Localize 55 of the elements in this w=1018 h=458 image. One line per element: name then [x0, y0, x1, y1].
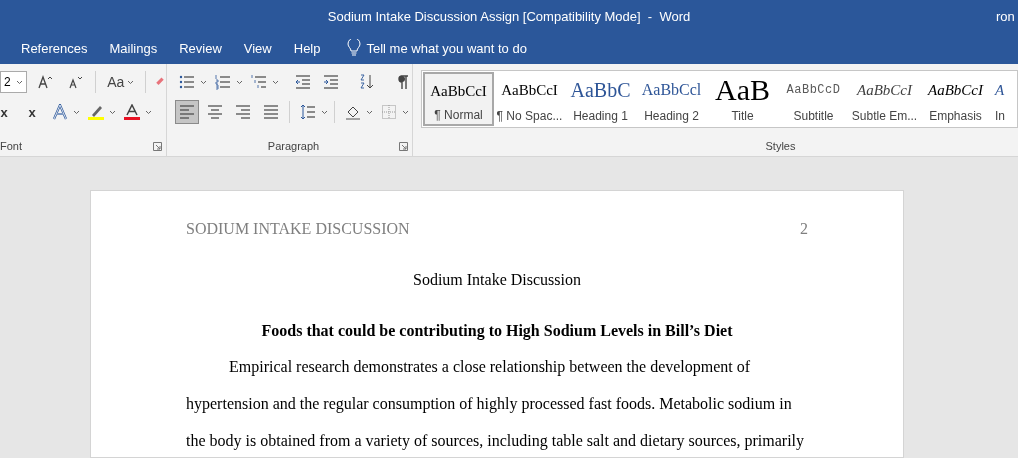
shrink-font-icon	[67, 74, 84, 90]
caret-icon[interactable]	[200, 79, 207, 85]
justify-icon	[263, 104, 279, 120]
caret-icon[interactable]	[321, 109, 328, 115]
grow-font-icon	[37, 74, 54, 90]
group-label: Font	[0, 140, 22, 152]
align-left-icon	[179, 104, 195, 120]
caret-icon[interactable]	[73, 109, 80, 115]
subscript-button[interactable]: x	[0, 100, 16, 124]
caret-icon[interactable]	[127, 79, 135, 85]
change-case-button[interactable]: Aa	[104, 74, 138, 90]
align-center-icon	[207, 104, 223, 120]
caret-icon[interactable]	[366, 109, 373, 115]
user-name: ron	[996, 9, 1015, 24]
ribbon-tab[interactable]: Help	[282, 32, 332, 64]
lightbulb-icon	[346, 39, 361, 57]
font-size-field[interactable]: 2	[0, 71, 28, 93]
dialog-launcher-icon[interactable]	[399, 142, 408, 151]
caret-icon[interactable]	[16, 79, 24, 85]
ribbon-tab[interactable]: References	[10, 32, 99, 64]
caret-icon[interactable]	[272, 79, 279, 85]
caret-icon[interactable]	[402, 109, 409, 115]
increase-indent-icon	[323, 74, 339, 90]
tell-me-field[interactable]: Tell me what you want to do	[346, 39, 527, 57]
running-header: SODIUM INTAKE DISCUSSION	[186, 220, 410, 239]
caret-icon[interactable]	[145, 109, 152, 115]
text-effects-icon	[52, 104, 68, 120]
section-heading: Foods that could be contributing to High Sodium Levels in Bill’s Diet	[260, 321, 734, 342]
document-title: Sodium Intake Discussion	[412, 270, 582, 290]
highlighter-icon	[88, 104, 104, 120]
left-button[interactable]	[175, 100, 199, 124]
line-spacing-icon	[300, 104, 316, 120]
page-number: 2	[800, 220, 808, 239]
body-paragraph: Empirical research demonstrates a close relationship between the development of hypertension and the regular consumption of highly processed fast foods. Metabolic sodium in the body is obtained from a variety of sources, including table salt and dietary sources, primarily	[186, 357, 806, 452]
group-label: Styles	[765, 140, 796, 152]
dialog-launcher-icon[interactable]	[153, 142, 162, 151]
bullet-list-icon	[179, 74, 195, 90]
align-right-icon	[235, 104, 251, 120]
paint-bucket-icon	[345, 104, 361, 120]
ribbon-tab[interactable]: View	[232, 32, 283, 64]
numbered-list-icon	[215, 74, 231, 90]
window-title: Sodium Intake Discussion Assign [Compatibility Mode] - Word	[327, 8, 691, 24]
ribbon-tab[interactable]: Review	[168, 32, 233, 64]
ribbon-tab[interactable]: Mailings	[98, 32, 169, 64]
style-option[interactable]: AaBbCcI ¶ Normal	[423, 72, 494, 126]
decrease-indent-icon	[295, 74, 311, 90]
sort-icon	[359, 74, 375, 90]
group-label: Paragraph	[267, 140, 320, 152]
caret-icon[interactable]	[236, 79, 243, 85]
multilevel-list-icon	[251, 74, 267, 90]
font-color-icon	[124, 104, 140, 120]
borders-icon	[381, 104, 397, 120]
pilcrow-icon	[395, 74, 411, 90]
superscript-button[interactable]: x	[20, 100, 44, 124]
caret-icon[interactable]	[109, 109, 116, 115]
